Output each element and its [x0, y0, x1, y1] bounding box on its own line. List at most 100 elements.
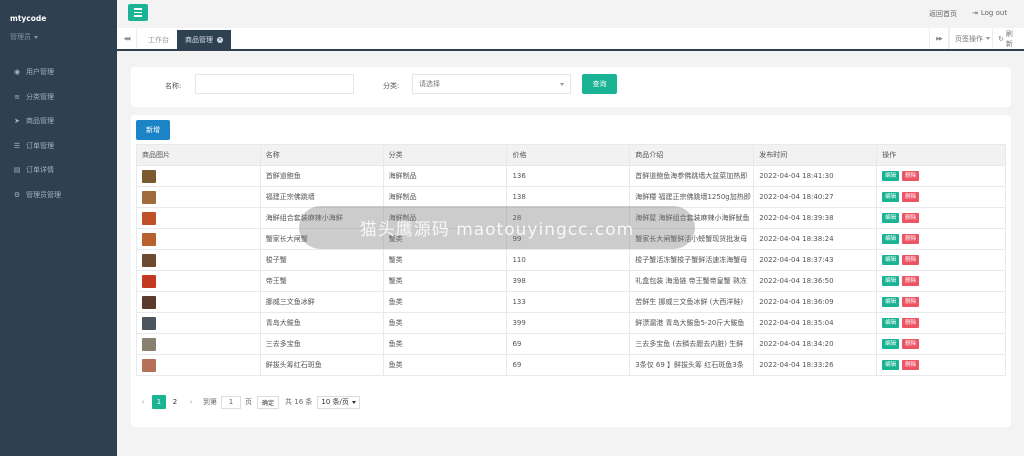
cell-category: 鱼类	[382, 354, 508, 376]
intro-text: 首鲜道鲍鱼海参佛跳墙大盆菜加热即	[635, 172, 748, 180]
home-link[interactable]: 返回首页	[929, 9, 957, 19]
edit-button[interactable]: 编辑	[882, 213, 900, 223]
logout-icon: ⇥	[972, 9, 978, 17]
edit-button[interactable]: 编辑	[882, 234, 900, 244]
table-header-row: 商品图片 名称 分类 价格 商品介绍 发布时间 操作	[136, 144, 1006, 166]
double-right-arrow-icon: ▶▶	[936, 35, 943, 42]
delete-button[interactable]: 删除	[902, 171, 920, 181]
page-unit-label: 页	[245, 398, 252, 406]
category-text: 海鲜制品	[388, 172, 417, 180]
product-image-cell	[136, 333, 261, 355]
product-thumbnail[interactable]	[142, 295, 156, 309]
edit-button[interactable]: 编辑	[882, 192, 900, 202]
table-row: 鲜拔头筹红石斑鱼 鱼类 69 3条仅 69 】鲜拔头筹 红石斑鱼3条 2022-04-0…	[136, 354, 1006, 376]
sidebar-item-5[interactable]: ⚙ 管理员管理	[0, 183, 117, 208]
edit-button[interactable]: 编辑	[882, 360, 900, 370]
sidebar-item-1[interactable]: ≡ 分类管理	[0, 85, 117, 110]
delete-button[interactable]: 删除	[902, 234, 920, 244]
time-text: 2022-04-04 18:36:09	[759, 298, 834, 306]
delete-button[interactable]: 删除	[902, 192, 920, 202]
product-thumbnail[interactable]	[142, 232, 156, 246]
user-role-dropdown[interactable]: 管理员	[10, 32, 38, 42]
goto-confirm-button[interactable]: 确定	[257, 395, 280, 409]
tab-product-management[interactable]: 商品管理 ×	[177, 30, 231, 49]
page-2-button[interactable]: 2	[168, 395, 182, 409]
intro-text: 礼盒包装 海渔链 帝王蟹帝皇蟹 熟冻	[635, 277, 747, 285]
cell-intro: 首鲜道鲍鱼海参佛跳墙大盆菜加热即	[629, 165, 755, 187]
price-text: 138	[512, 193, 526, 201]
product-thumbnail[interactable]	[142, 211, 156, 225]
name-text: 福建正宗佛跳墙	[265, 193, 315, 201]
tab-prev-button[interactable]: ◀◀	[117, 28, 137, 49]
sidebar-item-label: 管理员管理	[26, 190, 61, 199]
cell-time: 2022-04-04 18:41:30	[753, 165, 878, 187]
name-input[interactable]	[195, 74, 354, 94]
delete-button[interactable]: 删除	[902, 297, 920, 307]
menu-toggle-button[interactable]	[128, 4, 148, 21]
tab-workbench[interactable]: 工作台	[140, 30, 177, 49]
cell-category: 蟹类	[382, 249, 508, 271]
time-text: 2022-04-04 18:36:50	[759, 277, 834, 285]
close-icon[interactable]: ×	[217, 36, 223, 43]
query-button[interactable]: 查询	[582, 74, 617, 94]
product-thumbnail[interactable]	[142, 274, 156, 288]
category-select[interactable]: 请选择	[412, 74, 571, 94]
logout-link[interactable]: ⇥ Log out	[972, 9, 1007, 17]
delete-button[interactable]: 删除	[902, 255, 920, 265]
caret-down-icon	[986, 37, 990, 40]
double-left-arrow-icon: ◀◀	[123, 35, 131, 42]
prev-page-button[interactable]: ‹	[136, 395, 150, 409]
tab-next-button[interactable]: ▶▶	[929, 28, 949, 49]
cell-intro: 3条仅 69 】鲜拔头筹 红石斑鱼3条	[629, 354, 755, 376]
sidebar-item-4[interactable]: ▤ 订单详情	[0, 158, 117, 183]
page-size-select[interactable]: 10 条/页	[317, 395, 360, 409]
cell-price: 110	[506, 249, 631, 271]
category-label: 分类:	[383, 82, 400, 90]
delete-button[interactable]: 删除	[902, 276, 920, 286]
intro-text: 3条仅 69 】鲜拔头筹 红石斑鱼3条	[635, 361, 744, 369]
sidebar-item-3[interactable]: ☰ 订单管理	[0, 134, 117, 159]
page-1-button[interactable]: 1	[152, 395, 166, 409]
delete-button[interactable]: 删除	[902, 360, 920, 370]
cell-name: 挪威三文鱼冰鲜	[259, 291, 384, 313]
hamburger-icon-line	[134, 8, 142, 10]
actions-cell: 编辑 删除	[876, 165, 1006, 187]
sidebar: mtycode 管理员 ◉ 用户管理 ≡ 分类管理 ➤ 商品管理 ☰ 订单管理 ▤ 订单详情 ⚙ 管理…	[0, 0, 117, 456]
product-image-cell	[136, 312, 261, 334]
edit-button[interactable]: 编辑	[882, 276, 900, 286]
product-thumbnail[interactable]	[142, 358, 156, 372]
delete-button[interactable]: 删除	[902, 318, 920, 328]
edit-button[interactable]: 编辑	[882, 297, 900, 307]
goto-page-input[interactable]: 1	[221, 395, 241, 409]
product-thumbnail[interactable]	[142, 337, 156, 351]
sidebar-item-0[interactable]: ◉ 用户管理	[0, 60, 117, 85]
delete-button[interactable]: 删除	[902, 213, 920, 223]
cell-time: 2022-04-04 18:36:09	[753, 291, 878, 313]
caret-down-icon	[351, 400, 356, 404]
name-text: 挪威三文鱼冰鲜	[265, 298, 315, 306]
sidebar-item-2[interactable]: ➤ 商品管理	[0, 109, 117, 134]
tab-ops-dropdown[interactable]: 页签操作	[949, 28, 995, 49]
edit-button[interactable]: 编辑	[882, 339, 900, 349]
edit-button[interactable]: 编辑	[882, 318, 900, 328]
edit-button[interactable]: 编辑	[882, 171, 900, 181]
column-header: 商品介绍	[629, 144, 755, 166]
edit-button[interactable]: 编辑	[882, 255, 900, 265]
product-thumbnail[interactable]	[142, 190, 156, 204]
refresh-button[interactable]: ↻ 刷新	[992, 28, 1024, 49]
product-thumbnail[interactable]	[142, 169, 156, 183]
product-image-cell	[136, 207, 261, 229]
table-row: 三去多宝鱼 鱼类 69 三去多宝鱼 (去鳞去腮去内脏) 生鲜 2022-04-04 18…	[136, 333, 1006, 355]
name-text: 首鲜道鲍鱼	[265, 172, 301, 180]
product-thumbnail[interactable]	[142, 253, 156, 267]
price-text: 136	[512, 172, 526, 180]
cell-price: 133	[506, 291, 631, 313]
next-page-button[interactable]: ›	[184, 395, 198, 409]
cell-name: 福建正宗佛跳墙	[259, 186, 384, 208]
hamburger-icon-line	[134, 11, 142, 14]
product-thumbnail[interactable]	[142, 316, 156, 330]
delete-button[interactable]: 删除	[902, 339, 920, 349]
pagination: ‹ 1 2 › 到第 1 页 确定 共 16 条 10 条/页	[136, 395, 360, 409]
cell-price: 136	[506, 165, 631, 187]
add-button[interactable]: 新增	[136, 120, 170, 140]
